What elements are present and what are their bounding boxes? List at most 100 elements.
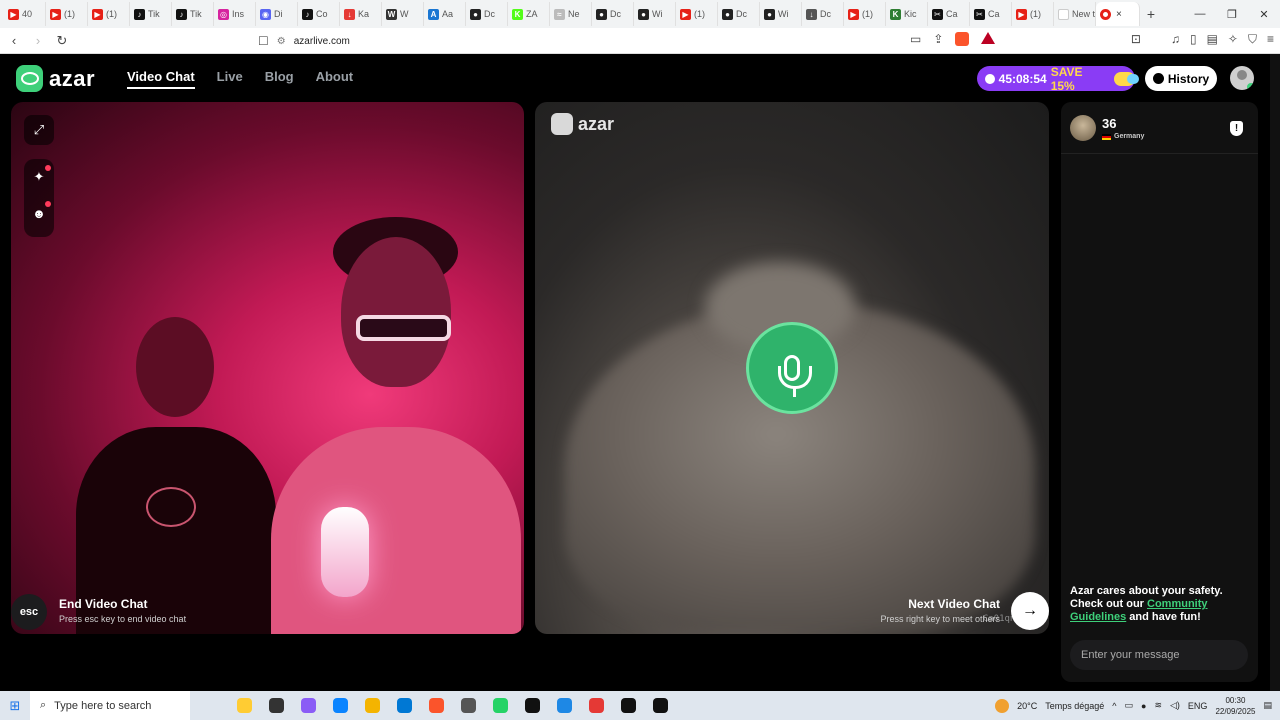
volume-icon[interactable]: ◁) [1170,700,1180,711]
browser-tab[interactable]: ▶ (1) [46,2,88,26]
tab-label: W [400,9,409,19]
promo-button[interactable]: 45:08:54 SAVE 15% [977,65,1140,93]
taskbar-app-icon[interactable] [260,691,292,720]
taskbar-app-icon[interactable] [548,691,580,720]
taskbar-app-icon[interactable] [292,691,324,720]
taskbar-app-icon[interactable] [644,691,676,720]
history-button[interactable]: History [1145,66,1217,91]
windows-start-icon[interactable]: ⊞ [0,698,30,714]
taskbar-app-icon[interactable] [420,691,452,720]
taskbar-app-icon[interactable] [324,691,356,720]
music-icon[interactable]: ♫ [1171,32,1180,47]
browser-tab[interactable]: K ZA [508,2,550,26]
stickers-button[interactable]: ☻ [24,195,54,231]
browser-tab[interactable]: ▶ 40 [4,2,46,26]
next-chat-button[interactable]: → [1011,592,1049,630]
taskbar-app-icon[interactable] [580,691,612,720]
effects-group: ✦ ☻ [24,159,54,237]
restore-icon[interactable]: ❐ [1216,0,1248,28]
share-icon[interactable]: ⇪ [933,32,943,46]
browser-tab[interactable]: ● Dc [466,2,508,26]
forward-icon[interactable]: › [28,33,48,48]
nav-live[interactable]: Live [217,69,243,89]
browser-tab[interactable]: K Kic [886,2,928,26]
browser-tab[interactable]: ● Wi [760,2,802,26]
menu-icon[interactable]: ≡ [1267,32,1274,47]
main-nav: Video Chat Live Blog About [127,69,353,89]
browser-tab[interactable]: ▶ (1) [676,2,718,26]
close-window-icon[interactable]: ✕ [1248,0,1280,28]
message-input[interactable] [1070,640,1248,670]
end-chat-hint: Press esc key to end video chat [59,614,187,624]
bookmark-icon[interactable]: ☐ [258,34,269,48]
browser-tab[interactable]: New ta [1054,2,1096,26]
cast-icon[interactable]: ▭ [910,32,921,46]
taskbar-app-icon[interactable] [612,691,644,720]
new-tab-button[interactable]: + [1140,6,1162,22]
browser-tab[interactable]: ≈ Ne [550,2,592,26]
report-shield-icon[interactable]: ! [1230,121,1243,136]
browser-tab[interactable]: A Aa [424,2,466,26]
close-tab-icon[interactable]: × [1116,9,1122,20]
tab-label: Dc [610,9,621,19]
nav-about[interactable]: About [316,69,354,89]
browser-tab[interactable]: ● Dc [718,2,760,26]
notifications-icon[interactable]: ▤ [1263,700,1272,711]
tab-favicon-icon: ▶ [92,8,103,20]
browser-tab[interactable]: ♪ Tik [172,2,214,26]
mic-tray-icon[interactable]: ● [1141,701,1146,711]
tab-label: Ca [988,9,1000,19]
effects-button[interactable]: ✦ [24,159,54,195]
site-info-icon[interactable]: ⚙ [277,36,286,47]
vpn-icon[interactable]: ⛉ [1248,32,1257,47]
partner-avatar[interactable] [1070,115,1096,141]
wifi-icon[interactable]: ≋ [1154,700,1162,711]
taskbar-app-icon[interactable] [452,691,484,720]
browser-tab[interactable]: ● Dc [592,2,634,26]
tab-active[interactable]: × [1096,2,1140,26]
network-icon[interactable]: ▭ [1125,700,1134,711]
browser-tab[interactable]: WW [382,2,424,26]
tray-chevron-icon[interactable]: ^ [1112,701,1116,711]
tab-favicon-icon: ◎ [218,8,229,20]
profile-avatar[interactable] [1230,66,1254,90]
browser-tab[interactable]: ▶ (1) [844,2,886,26]
browser-tab[interactable]: ♪ Co [298,2,340,26]
browser-tab[interactable]: ✂ Ca [970,2,1012,26]
brave-rewards-icon[interactable] [981,32,996,44]
nav-video-chat[interactable]: Video Chat [127,69,195,89]
browser-tab[interactable]: ♪ Tik [130,2,172,26]
browser-tab[interactable]: ◉ Di [256,2,298,26]
sidebar-icon[interactable]: ▯ [1190,32,1197,47]
expand-button[interactable]: ⤢ [24,115,54,145]
leo-icon[interactable]: ✧ [1228,32,1238,47]
taskbar-app-icon[interactable] [356,691,388,720]
taskbar-clock[interactable]: 00:30 22/09/2025 [1215,695,1255,717]
taskbar-app-icon[interactable] [484,691,516,720]
taskbar-app-icon[interactable] [516,691,548,720]
url-field[interactable]: ☐ ⚙ azarlive.com [258,31,998,51]
brave-shield-icon[interactable] [955,32,970,46]
microphone-button[interactable] [746,322,838,414]
browser-tab[interactable]: ↓ Ka [340,2,382,26]
browser-tab[interactable]: ✂ Ca [928,2,970,26]
page-scrollbar[interactable] [1270,54,1280,691]
wallet-icon[interactable]: ▤ [1207,32,1218,47]
taskbar-search[interactable]: ⌕ Type here to search [30,691,190,720]
nav-blog[interactable]: Blog [265,69,294,89]
browser-tab[interactable]: ● Wi [634,2,676,26]
back-icon[interactable]: ‹ [4,33,24,48]
minimize-icon[interactable]: — [1184,0,1216,28]
browser-tab[interactable]: ▶ (1) [88,2,130,26]
reload-icon[interactable]: ↻ [52,33,72,49]
screenshot-icon[interactable]: ⊡ [1131,32,1141,47]
azar-logo[interactable]: azar [16,65,95,92]
browser-tab[interactable]: ↓ Dc [802,2,844,26]
tab-favicon-icon: K [512,8,523,20]
taskbar-app-icon[interactable] [228,691,260,720]
taskbar-app-icon[interactable] [388,691,420,720]
browser-tab[interactable]: ▶ (1) [1012,2,1054,26]
language[interactable]: ENG [1188,701,1208,711]
browser-tab[interactable]: ◎ Ins [214,2,256,26]
end-chat-button[interactable]: esc [11,594,47,630]
